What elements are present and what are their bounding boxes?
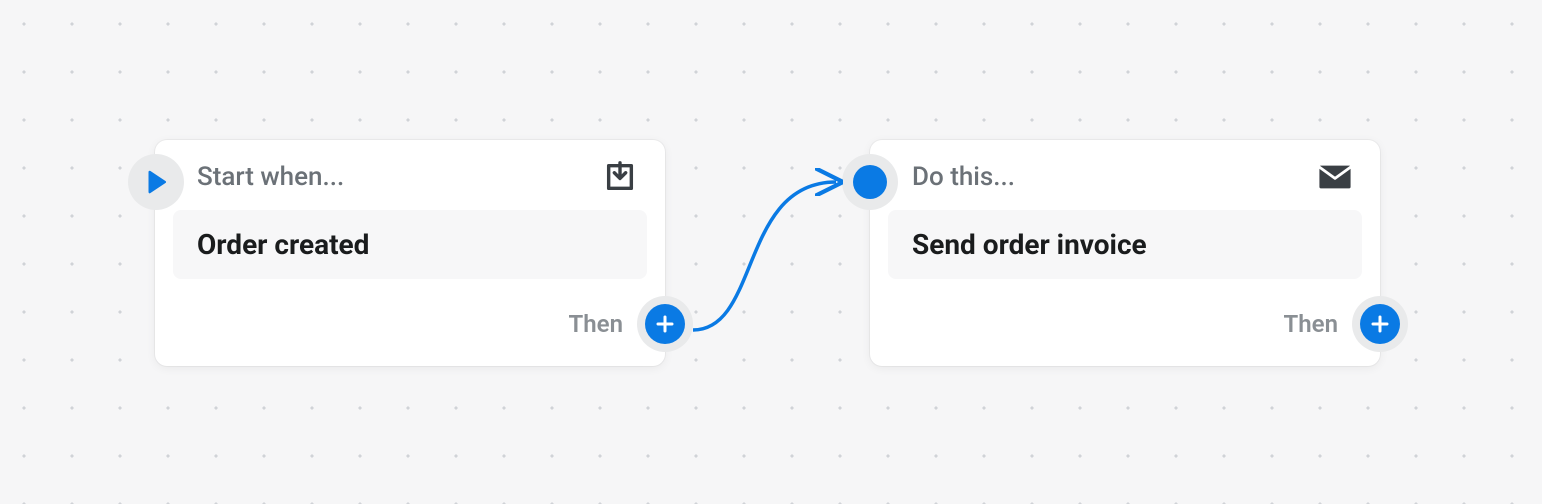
action-header-label: Do this... (912, 162, 1015, 192)
workflow-canvas[interactable]: Start when... Order created Then (0, 0, 1542, 504)
plus-icon (655, 314, 675, 334)
action-card-header: Do this... (870, 140, 1380, 204)
action-body-text: Send order invoice (912, 228, 1147, 261)
action-card[interactable]: Do this... Send order invoice Then (870, 140, 1380, 366)
start-badge (128, 154, 184, 210)
action-footer: Then (1284, 296, 1380, 352)
trigger-card-header: Start when... (155, 140, 665, 204)
play-arrow-icon (141, 167, 171, 197)
action-footer-label: Then (1284, 310, 1338, 338)
trigger-card[interactable]: Start when... Order created Then (155, 140, 665, 366)
add-step-button[interactable] (1360, 304, 1400, 344)
action-badge (842, 154, 898, 210)
trigger-add-step[interactable] (637, 296, 693, 352)
add-step-button[interactable] (645, 304, 685, 344)
envelope-icon (1318, 160, 1352, 194)
dot-icon (853, 165, 887, 199)
trigger-footer-label: Then (569, 310, 623, 338)
action-add-step[interactable] (1352, 296, 1408, 352)
inbox-download-icon (603, 160, 637, 194)
trigger-footer: Then (569, 296, 665, 352)
action-body[interactable]: Send order invoice (888, 210, 1362, 279)
trigger-body[interactable]: Order created (173, 210, 647, 279)
trigger-body-text: Order created (197, 228, 369, 261)
plus-icon (1370, 314, 1390, 334)
trigger-header-label: Start when... (197, 162, 344, 192)
